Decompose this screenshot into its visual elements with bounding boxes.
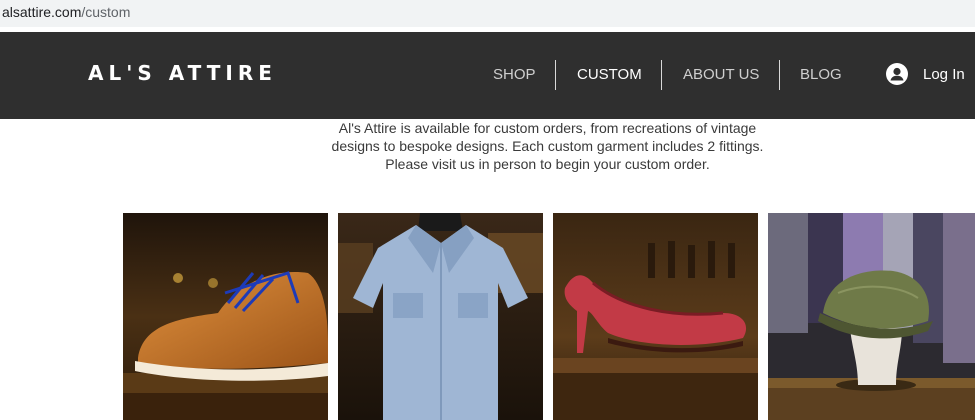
nav-shop[interactable]: SHOP (493, 66, 536, 83)
url-path: /custom (81, 4, 131, 20)
custom-orders-description: Al's Attire is available for custom orde… (300, 119, 795, 173)
nav-divider (555, 60, 556, 90)
intro-line: Please visit us in person to begin your … (385, 156, 710, 172)
gallery-photo-shirt[interactable] (338, 213, 543, 420)
nav-about-us[interactable]: ABOUT US (683, 66, 759, 83)
gallery-photo-shoe[interactable] (123, 213, 328, 420)
site-logo[interactable]: AL'S ATTIRE (88, 61, 277, 85)
nav-blog[interactable]: BLOG (800, 66, 842, 83)
nav-divider (661, 60, 662, 90)
nav-custom[interactable]: CUSTOM (577, 66, 642, 83)
gallery-photo-flat-cap[interactable] (768, 213, 975, 420)
intro-line: designs to bespoke designs. Each custom … (331, 138, 764, 154)
red-heel-image (553, 213, 758, 420)
url-host: alsattire.com (2, 4, 82, 20)
nav-divider (779, 60, 780, 90)
flat-cap-image (768, 213, 975, 420)
url-text[interactable]: alsattire.com/custom (2, 4, 130, 20)
browser-address-bar[interactable]: alsattire.com/custom (0, 0, 975, 28)
login-button[interactable]: Log In (886, 63, 965, 85)
gallery-photo-red-heel[interactable] (553, 213, 758, 420)
login-label: Log In (923, 65, 965, 83)
intro-line: Al's Attire is available for custom orde… (338, 120, 757, 136)
blue-shirt-image (338, 213, 543, 420)
tan-shoe-image (123, 213, 328, 420)
site-header: AL'S ATTIRE SHOP CUSTOM ABOUT US BLOG Lo… (0, 32, 975, 119)
user-avatar-icon (886, 63, 908, 85)
